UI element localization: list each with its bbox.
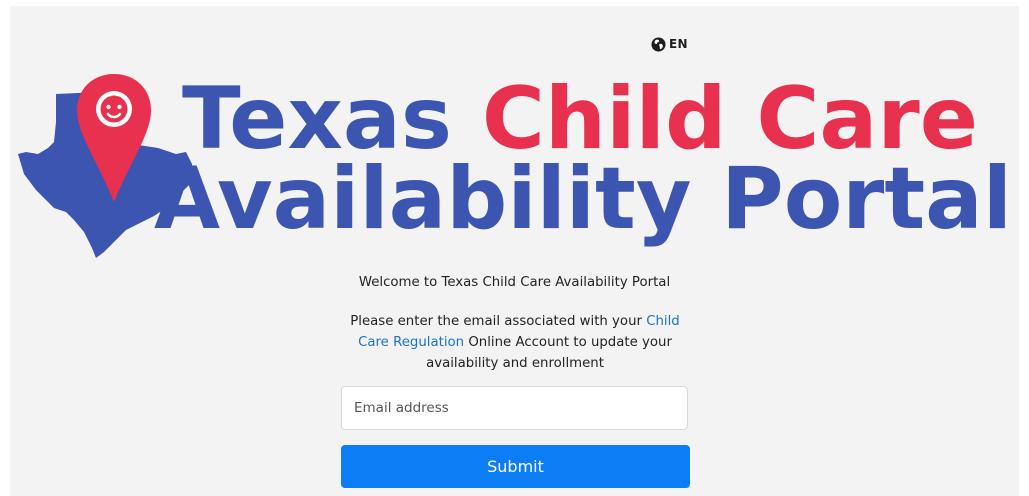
instructions-text: Please enter the email associated with y… xyxy=(335,311,695,374)
globe-icon xyxy=(651,36,666,52)
logo-line2: Availability Portal xyxy=(154,149,1012,249)
portal-logo: Texas Child Care Availability Portal xyxy=(14,52,1018,262)
language-selector[interactable]: EN xyxy=(651,36,688,52)
email-input[interactable] xyxy=(341,386,688,430)
instructions-before-link: Please enter the email associated with y… xyxy=(350,314,647,329)
language-label: EN xyxy=(669,37,688,51)
welcome-text: Welcome to Texas Child Care Availability… xyxy=(358,275,671,290)
submit-button[interactable]: Submit xyxy=(341,445,690,488)
baby-face-icon xyxy=(96,91,132,127)
